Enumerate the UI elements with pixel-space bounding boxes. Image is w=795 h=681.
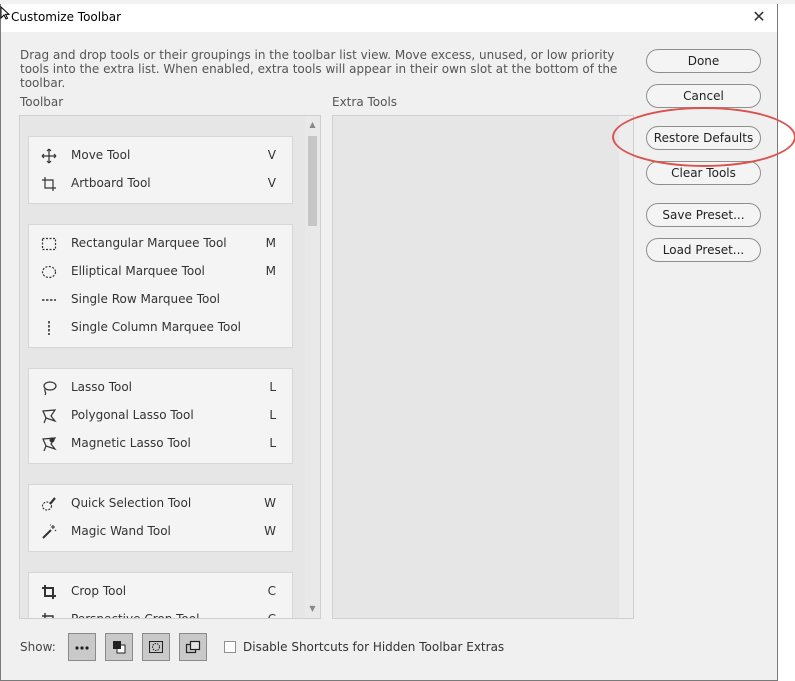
extra-tools-list[interactable] [332, 115, 634, 619]
disable-shortcuts-checkbox[interactable] [224, 641, 236, 653]
extra-tools-scrollbar [619, 116, 633, 618]
tool-item[interactable]: Rectangular Marquee Tool M [29, 230, 292, 258]
dialog-description: Drag and drop tools or their groupings i… [20, 48, 618, 90]
show-quick-mask-button[interactable] [142, 633, 170, 661]
single-column-icon [48, 321, 50, 335]
tool-name: Lasso Tool [71, 380, 133, 394]
screen-mode-icon [185, 640, 201, 654]
tool-name: Rectangular Marquee Tool [71, 236, 227, 250]
tool-name: Crop Tool [71, 584, 127, 598]
quick-mask-icon [149, 641, 163, 653]
tool-item[interactable]: Elliptical Marquee Tool M [29, 258, 292, 286]
show-label: Show: [20, 640, 56, 654]
tool-item[interactable]: Perspective Crop Tool C [29, 606, 292, 619]
perspective-crop-icon [42, 613, 54, 618]
close-icon[interactable]: ✕ [749, 7, 769, 27]
quick-selection-icon [41, 497, 56, 511]
tool-item[interactable]: Artboard Tool V [29, 170, 292, 198]
tool-name: Polygonal Lasso Tool [71, 408, 194, 422]
tool-shortcut: L [269, 436, 276, 450]
customize-toolbar-dialog: Customize Toolbar ✕ Drag and drop tools … [0, 4, 795, 681]
tool-name: Single Column Marquee Tool [71, 320, 242, 334]
tool-name: Quick Selection Tool [71, 496, 192, 510]
rect-marquee-icon [41, 237, 57, 251]
polygonal-lasso-icon [42, 409, 57, 424]
tool-name: Magic Wand Tool [71, 524, 171, 538]
cancel-button[interactable]: Cancel [646, 84, 761, 108]
tool-item[interactable]: Magic Wand Tool W [29, 518, 292, 546]
lasso-icon [43, 381, 57, 396]
tool-shortcut: V [267, 148, 276, 162]
tool-shortcut: C [267, 612, 276, 619]
tool-item[interactable]: Crop Tool C [29, 578, 292, 606]
magic-wand-icon [42, 524, 57, 539]
tool-group[interactable]: Lasso Tool L Polygonal Lasso Tool L Magnetic… [28, 368, 293, 464]
tool-name: Artboard Tool [71, 176, 151, 190]
toolbar-list-scrollbar[interactable]: ▲ ▼ [305, 116, 320, 618]
show-screen-mode-button[interactable] [179, 633, 207, 661]
restore-defaults-highlight-circle [612, 107, 795, 167]
tool-group[interactable]: Crop Tool C Perspective Crop Tool C [28, 572, 293, 619]
scroll-down-arrow-icon[interactable]: ▼ [305, 602, 320, 616]
done-button[interactable]: Done [646, 49, 761, 73]
extra-tools-label: Extra Tools [332, 95, 398, 109]
tool-shortcut: C [267, 584, 276, 598]
foreground-background-icon [113, 641, 126, 654]
dialog-title: Customize Toolbar [11, 10, 122, 24]
magnetic-lasso-icon [42, 437, 57, 452]
tool-item[interactable]: Magnetic Lasso Tool L [29, 430, 292, 458]
mouse-cursor-icon [0, 6, 10, 20]
scroll-thumb[interactable] [308, 136, 317, 226]
more-options-icon [75, 646, 89, 650]
scroll-up-arrow-icon[interactable]: ▲ [305, 118, 320, 132]
tool-group[interactable]: Quick Selection Tool W Magic Wand Tool W [28, 484, 293, 552]
single-row-icon [42, 299, 56, 301]
ellipse-marquee-icon [41, 265, 57, 279]
tool-shortcut: L [269, 380, 276, 394]
tool-shortcut: L [269, 408, 276, 422]
tool-item[interactable]: Move Tool V [29, 142, 292, 170]
tool-name: Move Tool [71, 148, 131, 162]
tool-group[interactable]: Move Tool V Artboard Tool V [28, 136, 293, 204]
artboard-icon [42, 177, 56, 191]
toolbar-list[interactable]: Move Tool V Artboard Tool V Rectangular Marq… [19, 115, 321, 619]
tool-name: Elliptical Marquee Tool [71, 264, 205, 278]
tool-shortcut: W [264, 496, 276, 510]
show-extra-tools-button[interactable] [68, 633, 96, 661]
tool-shortcut: M [265, 264, 276, 278]
title-bar: Customize Toolbar ✕ [1, 4, 777, 32]
crop-icon [42, 585, 56, 599]
background-app-edge [778, 4, 795, 681]
move-icon [41, 148, 57, 164]
disable-shortcuts-label[interactable]: Disable Shortcuts for Hidden Toolbar Ext… [243, 640, 504, 654]
show-foreground-background-button[interactable] [105, 633, 133, 661]
tool-shortcut: M [265, 236, 276, 250]
tool-shortcut: V [267, 176, 276, 190]
tool-item[interactable]: Polygonal Lasso Tool L [29, 402, 292, 430]
tool-shortcut: W [264, 524, 276, 538]
save-preset-button[interactable]: Save Preset... [646, 203, 761, 227]
tool-name: Single Row Marquee Tool [71, 292, 221, 306]
tool-group[interactable]: Rectangular Marquee Tool M Elliptical Marq… [28, 224, 293, 348]
tool-item[interactable]: Quick Selection Tool W [29, 490, 292, 518]
toolbar-list-label: Toolbar [20, 95, 64, 109]
tool-name: Perspective Crop Tool [71, 612, 200, 619]
tool-name: Magnetic Lasso Tool [71, 436, 191, 450]
tool-item[interactable]: Single Column Marquee Tool [29, 314, 292, 342]
tool-item[interactable]: Lasso Tool L [29, 374, 292, 402]
load-preset-button[interactable]: Load Preset... [646, 238, 761, 262]
tool-item[interactable]: Single Row Marquee Tool [29, 286, 292, 314]
